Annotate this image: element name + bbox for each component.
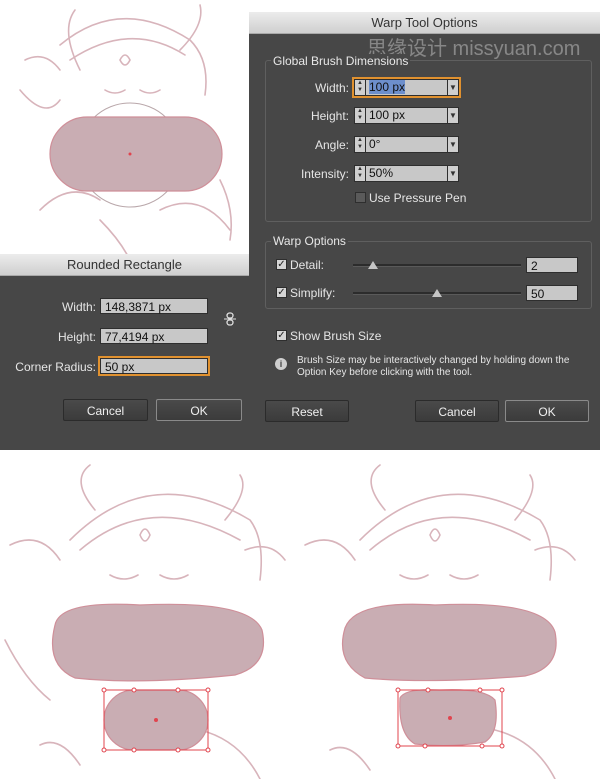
- rect-ok-button[interactable]: OK: [156, 399, 242, 421]
- global-brush-legend: Global Brush Dimensions: [271, 54, 411, 68]
- chain-link-icon[interactable]: [223, 312, 237, 326]
- brush-width-label: Width:: [314, 81, 349, 95]
- reset-button[interactable]: Reset: [265, 400, 349, 422]
- canvas-top-sketch[interactable]: [0, 0, 260, 260]
- rect-width-field[interactable]: 148,3871 px: [100, 298, 208, 314]
- rect-dialog-titlebar[interactable]: Rounded Rectangle: [0, 254, 249, 276]
- rounded-rectangle-dialog: Rounded Rectangle Width: 148,3871 px Hei…: [0, 254, 249, 450]
- spinner-arrows-icon[interactable]: ▲ ▼: [354, 107, 366, 124]
- detail-slider-thumb[interactable]: [368, 261, 379, 269]
- use-pressure-pen-checkbox[interactable]: [355, 192, 366, 203]
- brush-width-combo[interactable]: ▲ ▼ 100 px ▼: [352, 77, 461, 98]
- brush-intensity-value[interactable]: 50%: [366, 165, 447, 182]
- rect-dialog-title: Rounded Rectangle: [67, 257, 182, 272]
- simplify-checkbox[interactable]: ✓: [276, 287, 287, 298]
- corner-radius-field[interactable]: 50 px: [98, 356, 210, 376]
- chevron-down-icon[interactable]: ▼: [447, 107, 459, 124]
- brush-intensity-combo[interactable]: ▲ ▼ 50% ▼: [354, 165, 459, 182]
- detail-label: Detail:: [290, 258, 325, 272]
- brush-angle-combo[interactable]: ▲ ▼ 0° ▼: [354, 136, 459, 153]
- simplify-label: Simplify:: [290, 286, 336, 300]
- brush-height-value[interactable]: 100 px: [366, 107, 447, 124]
- use-pressure-pen-label: Use Pressure Pen: [369, 191, 467, 205]
- spinner-arrows-icon[interactable]: ▲ ▼: [354, 79, 366, 96]
- corner-radius-label: Corner Radius:: [15, 360, 96, 374]
- warp-tool-options-dialog: Warp Tool Options 思缘设计 missyuan.com Glob…: [249, 12, 600, 450]
- canvas-bottom-left[interactable]: [0, 450, 300, 779]
- warp-dialog-titlebar[interactable]: Warp Tool Options: [249, 12, 600, 34]
- chevron-down-icon[interactable]: ▼: [447, 136, 459, 153]
- detail-slider-track[interactable]: [353, 264, 521, 267]
- info-icon: i: [275, 358, 287, 370]
- detail-value-field[interactable]: 2: [526, 257, 578, 273]
- brush-width-value[interactable]: 100 px: [369, 80, 406, 94]
- spinner-arrows-icon[interactable]: ▲ ▼: [354, 165, 366, 182]
- simplify-slider-thumb[interactable]: [432, 289, 442, 297]
- rect-cancel-button[interactable]: Cancel: [63, 399, 148, 421]
- warp-cancel-button[interactable]: Cancel: [415, 400, 499, 422]
- warp-dialog-title: Warp Tool Options: [371, 15, 478, 30]
- brush-angle-label: Angle:: [314, 138, 349, 152]
- warp-options-legend: Warp Options: [271, 234, 348, 248]
- brush-height-label: Height:: [310, 109, 349, 123]
- brush-intensity-label: Intensity:: [300, 167, 349, 181]
- show-brush-size-checkbox[interactable]: ✓: [276, 330, 287, 341]
- detail-checkbox[interactable]: ✓: [276, 259, 287, 270]
- rect-width-label: Width:: [61, 300, 96, 314]
- info-text-line2: Option Key before clicking with the tool…: [297, 367, 473, 378]
- brush-angle-value[interactable]: 0°: [366, 136, 447, 153]
- simplify-value-field[interactable]: 50: [526, 285, 578, 301]
- spinner-arrows-icon[interactable]: ▲ ▼: [354, 136, 366, 153]
- rect-height-label: Height:: [57, 330, 96, 344]
- chevron-down-icon[interactable]: ▼: [447, 79, 459, 96]
- brush-height-combo[interactable]: ▲ ▼ 100 px ▼: [354, 107, 459, 124]
- chevron-down-icon[interactable]: ▼: [447, 165, 459, 182]
- warp-ok-button[interactable]: OK: [505, 400, 589, 422]
- info-text-line1: Brush Size may be interactively changed …: [297, 355, 570, 366]
- canvas-bottom-right[interactable]: [300, 450, 600, 779]
- rect-height-field[interactable]: 77,4194 px: [100, 328, 208, 344]
- show-brush-size-label: Show Brush Size: [290, 329, 382, 343]
- info-text: Brush Size may be interactively changed …: [297, 355, 593, 379]
